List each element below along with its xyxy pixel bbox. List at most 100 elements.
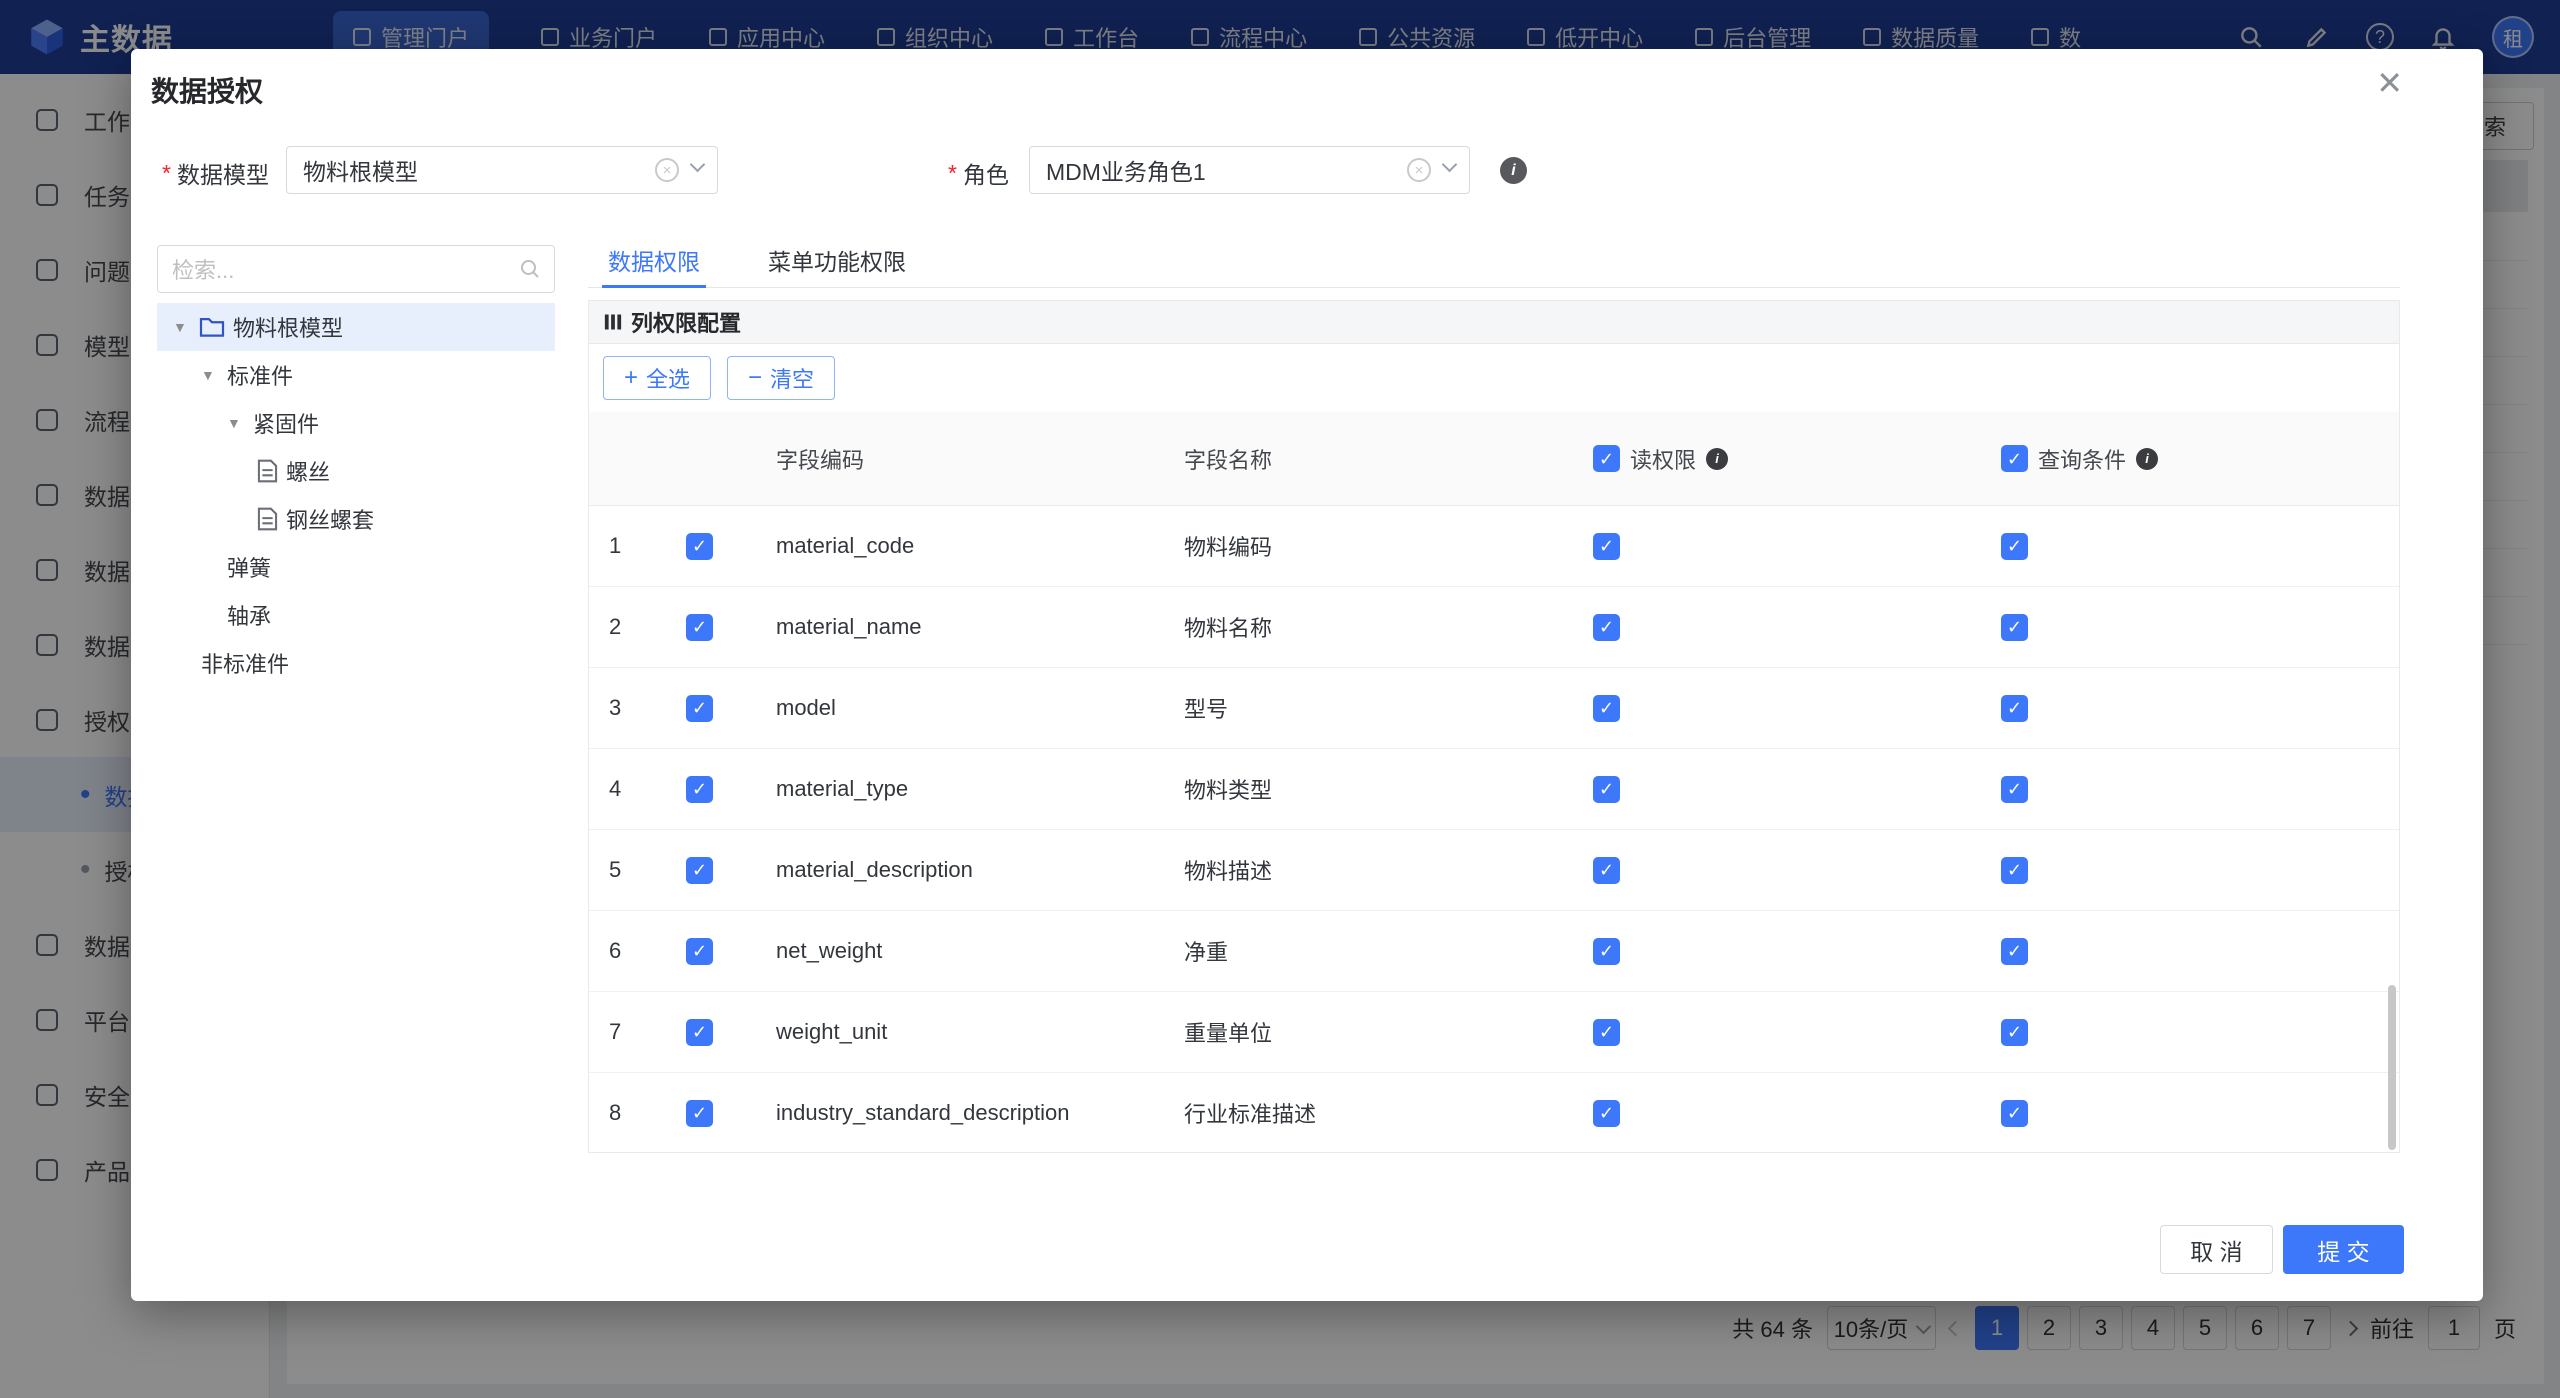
cancel-button[interactable]: 取 消 bbox=[2160, 1225, 2273, 1274]
tree-node-label: 物料根模型 bbox=[233, 311, 343, 343]
row-select-checkbox[interactable]: ✓ bbox=[686, 533, 713, 560]
read-permission-checkbox[interactable]: ✓ bbox=[1593, 938, 1620, 965]
tree-node[interactable]: ▼ 非标准件 bbox=[157, 639, 555, 687]
info-icon: i bbox=[2136, 448, 2158, 470]
field-name-cell: 型号 bbox=[1168, 692, 1577, 724]
modal-title: 数据授权 bbox=[151, 70, 263, 110]
caret-down-icon[interactable]: ▼ bbox=[173, 319, 199, 335]
role-select[interactable]: MDM业务角色1 × bbox=[1029, 146, 1470, 194]
query-condition-checkbox[interactable]: ✓ bbox=[2001, 1019, 2028, 1046]
read-permission-checkbox[interactable]: ✓ bbox=[1593, 1019, 1620, 1046]
row-number: 4 bbox=[589, 776, 670, 802]
column-header-code: 字段编码 bbox=[760, 443, 1168, 475]
field-code-cell: material_type bbox=[760, 776, 1168, 802]
query-condition-checkbox[interactable]: ✓ bbox=[2001, 614, 2028, 641]
query-condition-checkbox[interactable]: ✓ bbox=[2001, 533, 2028, 560]
chevron-down-icon bbox=[690, 157, 706, 173]
table-row: 4 ✓ material_type 物料类型 ✓ ✓ bbox=[589, 749, 2399, 830]
read-permission-checkbox[interactable]: ✓ bbox=[1593, 776, 1620, 803]
row-number: 2 bbox=[589, 614, 670, 640]
role-label: * 角色 bbox=[948, 156, 1009, 190]
tree-node[interactable]: ▼ 轴承 bbox=[157, 591, 555, 639]
read-permission-checkbox[interactable]: ✓ bbox=[1593, 614, 1620, 641]
search-icon bbox=[518, 257, 542, 281]
tree-node-label: 标准件 bbox=[227, 359, 293, 391]
minus-icon: − bbox=[748, 366, 762, 390]
tree-node[interactable]: ▼ 标准件 bbox=[157, 351, 555, 399]
scrollbar-thumb[interactable] bbox=[2388, 985, 2396, 1150]
model-tree: ▼ 物料根模型 ▼ bbox=[157, 303, 555, 687]
row-number: 1 bbox=[589, 533, 670, 559]
query-condition-checkbox[interactable]: ✓ bbox=[2001, 695, 2028, 722]
clear-icon[interactable]: × bbox=[1407, 158, 1431, 182]
clear-button[interactable]: − 清空 bbox=[727, 356, 835, 400]
query-condition-checkbox[interactable]: ✓ bbox=[2001, 938, 2028, 965]
required-asterisk: * bbox=[948, 160, 957, 187]
permission-tabs: 数据权限 菜单功能权限 bbox=[588, 232, 2400, 288]
info-icon: i bbox=[1500, 157, 1527, 184]
select-all-button[interactable]: + 全选 bbox=[603, 356, 711, 400]
tab[interactable]: 菜单功能权限 bbox=[762, 232, 912, 287]
read-permission-checkbox[interactable]: ✓ bbox=[1593, 857, 1620, 884]
table-row: 8 ✓ industry_standard_description 行业标准描述… bbox=[589, 1073, 2399, 1153]
caret-down-icon[interactable]: ▼ bbox=[201, 367, 227, 383]
columns-icon bbox=[603, 312, 623, 332]
submit-button[interactable]: 提 交 bbox=[2283, 1225, 2404, 1274]
read-permission-checkbox[interactable]: ✓ bbox=[1593, 533, 1620, 560]
read-permission-checkbox[interactable]: ✓ bbox=[1593, 1100, 1620, 1127]
table-row: 6 ✓ net_weight 净重 ✓ ✓ bbox=[589, 911, 2399, 992]
field-code-cell: model bbox=[760, 695, 1168, 721]
row-select-checkbox[interactable]: ✓ bbox=[686, 857, 713, 884]
field-name-cell: 物料名称 bbox=[1168, 611, 1577, 643]
table-row: 7 ✓ weight_unit 重量单位 ✓ ✓ bbox=[589, 992, 2399, 1073]
query-select-all-checkbox[interactable]: ✓ bbox=[2001, 445, 2028, 472]
field-name-cell: 物料描述 bbox=[1168, 854, 1577, 886]
app-root: 主数据 管理门户 业务门户 应用中心 组织中心 工作台 bbox=[0, 0, 2560, 1398]
modal-footer: 取 消 提 交 bbox=[2160, 1225, 2404, 1274]
column-header-query: ✓ 查询条件 i bbox=[1985, 443, 2399, 475]
table-row: 2 ✓ material_name 物料名称 ✓ ✓ bbox=[589, 587, 2399, 668]
query-condition-checkbox[interactable]: ✓ bbox=[2001, 776, 2028, 803]
tree-node[interactable]: ▼ 螺丝 bbox=[157, 447, 555, 495]
tree-node-label: 螺丝 bbox=[286, 455, 330, 487]
field-code-cell: material_code bbox=[760, 533, 1168, 559]
document-icon bbox=[257, 507, 278, 531]
row-number: 3 bbox=[589, 695, 670, 721]
tree-node[interactable]: ▼ 紧固件 bbox=[157, 399, 555, 447]
field-code-cell: material_description bbox=[760, 857, 1168, 883]
panel-header: 列权限配置 bbox=[589, 301, 2399, 344]
row-select-checkbox[interactable]: ✓ bbox=[686, 614, 713, 641]
tree-node[interactable]: ▼ 物料根模型 bbox=[157, 303, 555, 351]
caret-down-icon[interactable]: ▼ bbox=[227, 415, 253, 431]
tree-node[interactable]: ▼ 钢丝螺套 bbox=[157, 495, 555, 543]
field-code-cell: industry_standard_description bbox=[760, 1100, 1168, 1126]
query-condition-checkbox[interactable]: ✓ bbox=[2001, 857, 2028, 884]
model-tree-panel: 检索... ▼ 物料根模型 ▼ bbox=[157, 245, 555, 687]
document-icon bbox=[257, 459, 278, 483]
column-permission-panel: 列权限配置 + 全选 − 清空 字段编码 字段名称 ✓ 读权限 bbox=[588, 300, 2400, 1153]
folder-icon bbox=[199, 316, 225, 338]
close-icon[interactable]: ✕ bbox=[2376, 67, 2403, 99]
row-select-checkbox[interactable]: ✓ bbox=[686, 776, 713, 803]
read-select-all-checkbox[interactable]: ✓ bbox=[1593, 445, 1620, 472]
row-select-checkbox[interactable]: ✓ bbox=[686, 695, 713, 722]
data-model-select[interactable]: 物料根模型 × bbox=[286, 146, 718, 194]
row-number: 6 bbox=[589, 938, 670, 964]
data-model-value: 物料根模型 bbox=[303, 153, 418, 187]
row-select-checkbox[interactable]: ✓ bbox=[686, 1019, 713, 1046]
query-condition-checkbox[interactable]: ✓ bbox=[2001, 1100, 2028, 1127]
clear-icon[interactable]: × bbox=[655, 158, 679, 182]
read-permission-checkbox[interactable]: ✓ bbox=[1593, 695, 1620, 722]
plus-icon: + bbox=[624, 366, 638, 390]
chevron-down-icon bbox=[1442, 157, 1458, 173]
table-row: 1 ✓ material_code 物料编码 ✓ ✓ bbox=[589, 506, 2399, 587]
required-asterisk: * bbox=[162, 160, 171, 187]
field-code-cell: material_name bbox=[760, 614, 1168, 640]
tree-search-input[interactable]: 检索... bbox=[157, 245, 555, 293]
row-select-checkbox[interactable]: ✓ bbox=[686, 938, 713, 965]
tab[interactable]: 数据权限 bbox=[602, 232, 706, 287]
tree-node[interactable]: ▼ 弹簧 bbox=[157, 543, 555, 591]
table-header-row: 字段编码 字段名称 ✓ 读权限 i ✓ 查询条件 i bbox=[589, 412, 2399, 506]
panel-title: 列权限配置 bbox=[631, 306, 741, 338]
row-select-checkbox[interactable]: ✓ bbox=[686, 1100, 713, 1127]
